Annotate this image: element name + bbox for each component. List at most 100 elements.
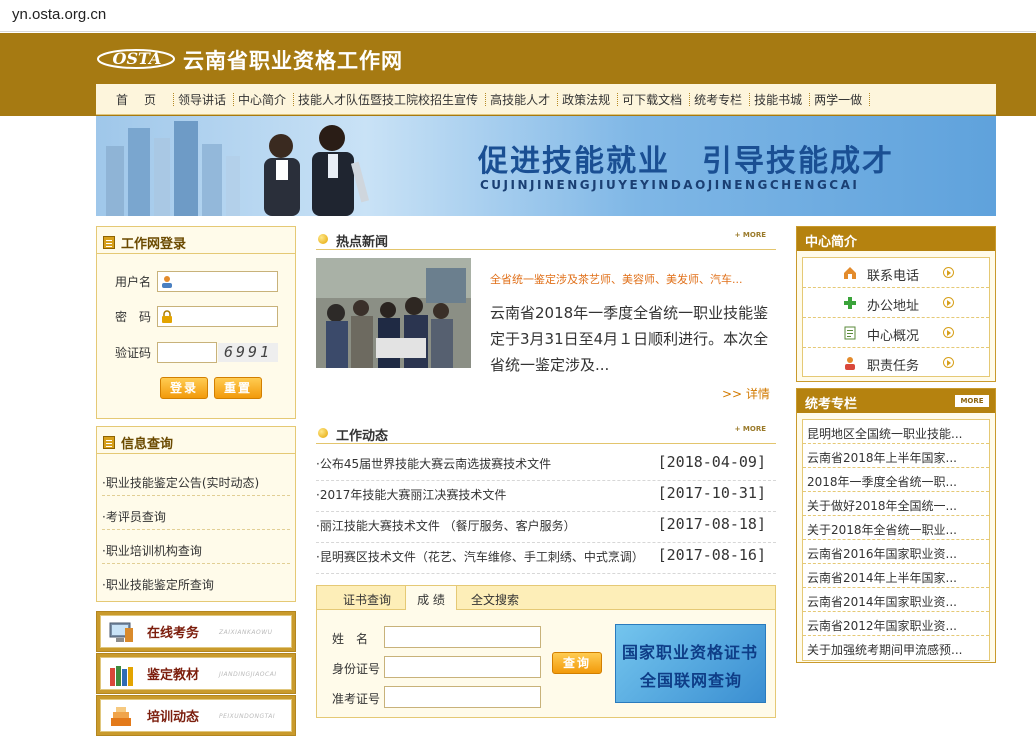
id-number-input[interactable] [384, 656, 541, 678]
center-intro-item-address[interactable]: 办公地址 [803, 288, 989, 318]
news-photo[interactable] [316, 258, 471, 368]
main-nav: 首页 领导讲话 中心简介 技能人才队伍暨技工院校招生宣传 高技能人才 政策法规 … [96, 84, 996, 115]
arrow-right-icon [943, 267, 954, 278]
banner-slogan-pinyin: CUJINJINENGJIUYEYINDAOJINENGCHENGCAI [480, 178, 860, 192]
tile-training-news[interactable]: 培训动态 PEIXUNDONGTAI [96, 695, 296, 736]
center-intro-item-label[interactable]: 中心概况 [867, 325, 919, 344]
tile-online-exam[interactable]: 在线考务 ZAIXIANKAOWU [96, 611, 296, 652]
cert-banner-line1: 国家职业资格证书 [622, 643, 759, 662]
url-text[interactable]: yn.osta.org.cn [12, 6, 106, 23]
list-item-label[interactable]: 关于做好2018年全国统一... [807, 497, 985, 514]
address-bar[interactable]: yn.osta.org.cn [0, 0, 1036, 32]
osta-logo[interactable]: OSTA [96, 43, 178, 71]
list-item-label[interactable]: 云南省2012年国家职业资... [807, 617, 985, 634]
cert-banner-line2: 全国联网查询 [640, 671, 743, 690]
username-input[interactable] [157, 271, 278, 292]
work-news-more-link[interactable]: + MORE [735, 425, 766, 433]
nav-high-skill[interactable]: 高技能人才 [484, 91, 559, 108]
divider [102, 529, 290, 530]
nav-talent-recruit[interactable]: 技能人才队伍暨技工院校招生宣传 [292, 91, 487, 108]
captcha-input[interactable] [157, 342, 217, 363]
list-item-label[interactable]: 关于2018年全省统一职业... [807, 521, 985, 538]
news-detail-link[interactable]: >> 详情 [722, 385, 770, 402]
work-news-item-title[interactable]: ·2017年技能大赛丽江决赛技术文件 [316, 486, 506, 503]
work-news-item-title[interactable]: ·昆明赛区技术文件（花艺、汽车维修、手工刺绣、中式烹调） [316, 548, 644, 565]
news-photo-image [316, 258, 471, 368]
list-item[interactable]: 云南省2014年上半年国家... [803, 564, 989, 588]
center-intro-item-label[interactable]: 联系电话 [867, 265, 919, 284]
nav-center-intro[interactable]: 中心简介 [232, 91, 295, 108]
work-news-item-title[interactable]: ·丽江技能大赛技术文件 （餐厅服务、客户服务） [316, 517, 576, 534]
password-label: 密 码 [115, 310, 152, 324]
info-item-examiner-query[interactable]: ·考评员查询 [102, 508, 290, 525]
exam-column-more-link[interactable]: MORE [955, 395, 989, 407]
reset-button[interactable]: 重置 [214, 377, 262, 399]
ticket-number-input[interactable] [384, 686, 541, 708]
name-input[interactable] [384, 626, 541, 648]
list-item-label[interactable]: 关于加强统考期间甲流感预... [807, 641, 985, 658]
captcha-image[interactable]: 6991 [218, 343, 278, 362]
list-icon [103, 236, 115, 249]
divider [97, 253, 295, 254]
info-item-appraisal-notice[interactable]: ·职业技能鉴定公告(实时动态) [102, 474, 290, 491]
user-icon [162, 276, 172, 288]
list-item[interactable]: 云南省2018年上半年国家... [803, 444, 989, 468]
center-intro-item-label[interactable]: 办公地址 [867, 295, 919, 314]
nav-exam-column[interactable]: 统考专栏 [688, 91, 751, 108]
list-item[interactable]: 关于做好2018年全国统一... [803, 492, 989, 516]
tile-pinyin: PEIXUNDONGTAI [219, 713, 276, 720]
nav-leader-speech[interactable]: 领导讲话 [172, 91, 235, 108]
list-item-label[interactable]: 云南省2014年国家职业资... [807, 593, 985, 610]
news-headline-link[interactable]: 全省统一鉴定涉及茶艺师、美容师、美发师、汽车... [490, 271, 770, 287]
name-label: 姓 名 [332, 632, 369, 646]
national-cert-query-banner[interactable]: 国家职业资格证书 全国联网查询 [615, 624, 766, 703]
divider [97, 453, 295, 454]
exam-column-panel: 统考专栏 MORE 昆明地区全国统一职业技能... 云南省2018年上半年国家.… [796, 388, 996, 663]
list-item[interactable]: 关于加强统考期间甲流感预... [803, 636, 989, 660]
list-item[interactable]: 昆明地区全国统一职业技能... [803, 420, 989, 444]
center-intro-item-overview[interactable]: 中心概况 [803, 318, 989, 348]
nav-downloads[interactable]: 可下载文档 [616, 91, 691, 108]
query-search-button[interactable]: 查询 [552, 652, 602, 674]
hot-news-title: 热点新闻 [336, 235, 389, 250]
center-intro-item-phone[interactable]: 联系电话 [803, 258, 989, 288]
list-item[interactable]: 云南省2014年国家职业资... [803, 588, 989, 612]
work-news-item-title[interactable]: ·公布45届世界技能大赛云南选拔赛技术文件 [316, 455, 551, 472]
tile-textbooks[interactable]: 鉴定教材 JIANDINGJIAOCAI [96, 653, 296, 694]
nav-bookstore[interactable]: 技能书城 [748, 91, 811, 108]
tab-scores[interactable]: 成 绩 [405, 586, 457, 610]
lock-icon [162, 310, 172, 323]
tab-fulltext-search[interactable]: 全文搜索 [471, 591, 519, 608]
nav-home[interactable]: 首页 [110, 91, 175, 108]
tile-title: 在线考务 [147, 626, 200, 641]
list-item-label[interactable]: 云南省2018年上半年国家... [807, 449, 985, 466]
center-intro-item-label[interactable]: 职责任务 [867, 355, 919, 374]
list-item[interactable]: 关于2018年全省统一职业... [803, 516, 989, 540]
plus-icon [844, 297, 856, 309]
hot-news-more-link[interactable]: + MORE [735, 231, 766, 239]
list-item[interactable]: 云南省2016年国家职业资... [803, 540, 989, 564]
login-button[interactable]: 登录 [160, 377, 208, 399]
training-icon [111, 707, 131, 726]
tab-certificate-query[interactable]: 证书查询 [343, 591, 391, 608]
list-item[interactable]: 2018年一季度全省统一职... [803, 468, 989, 492]
password-input[interactable] [157, 306, 278, 327]
list-item-label[interactable]: 昆明地区全国统一职业技能... [807, 425, 985, 442]
tile-inner: 鉴定教材 JIANDINGJIAOCAI [100, 657, 292, 690]
arrow-right-icon [943, 297, 954, 308]
list-item-label[interactable]: 云南省2014年上半年国家... [807, 569, 985, 586]
nav-policy[interactable]: 政策法规 [556, 91, 619, 108]
center-intro-item-duties[interactable]: 职责任务 [803, 348, 989, 378]
work-news-item[interactable]: ·丽江技能大赛技术文件 （餐厅服务、客户服务） [2017-08-18] [316, 512, 776, 543]
work-news-item-date: [2018-04-09] [657, 453, 766, 471]
info-item-training-org[interactable]: ·职业培训机构查询 [102, 542, 290, 559]
exam-column-list: 昆明地区全国统一职业技能... 云南省2018年上半年国家... 2018年一季… [802, 419, 990, 661]
nav-two-studies[interactable]: 两学一做 [808, 91, 871, 108]
work-news-item[interactable]: ·昆明赛区技术文件（花艺、汽车维修、手工刺绣、中式烹调） [2017-08-16… [316, 543, 776, 574]
list-item-label[interactable]: 云南省2016年国家职业资... [807, 545, 985, 562]
work-news-item[interactable]: ·2017年技能大赛丽江决赛技术文件 [2017-10-31] [316, 481, 776, 512]
list-item[interactable]: 云南省2012年国家职业资... [803, 612, 989, 636]
list-item-label[interactable]: 2018年一季度全省统一职... [807, 473, 985, 490]
work-news-item[interactable]: ·公布45届世界技能大赛云南选拔赛技术文件 [2018-04-09] [316, 450, 776, 481]
info-item-appraisal-station[interactable]: ·职业技能鉴定所查询 [102, 576, 290, 593]
